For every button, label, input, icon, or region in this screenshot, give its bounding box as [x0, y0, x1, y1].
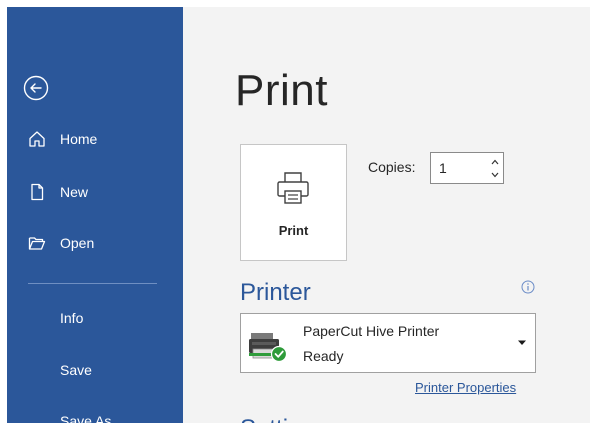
sidebar-item-label: Info	[60, 310, 84, 326]
print-button[interactable]: Print	[240, 144, 347, 261]
printer-icon	[277, 172, 309, 204]
printer-section-heading: Printer	[240, 279, 311, 306]
chevron-up-icon[interactable]	[489, 156, 501, 168]
print-button-label: Print	[278, 223, 309, 238]
printer-properties-link[interactable]: Printer Properties	[415, 380, 516, 395]
settings-section-heading: Settings	[240, 415, 327, 423]
sidebar-item-save[interactable]: Save	[7, 350, 183, 390]
new-document-icon	[31, 183, 44, 201]
sidebar-item-new[interactable]: New	[7, 172, 183, 212]
sidebar-divider	[28, 283, 157, 284]
back-button[interactable]	[23, 75, 49, 101]
printer-dropdown[interactable]: PaperCut Hive Printer Ready	[240, 313, 536, 373]
sidebar-item-label: New	[60, 184, 89, 200]
copies-label: Copies:	[368, 159, 416, 175]
sidebar-item-label: Open	[60, 235, 95, 251]
printer-ready-icon	[249, 333, 288, 363]
chevron-down-icon[interactable]	[489, 169, 501, 181]
sidebar-item-info[interactable]: Info	[7, 298, 183, 338]
info-icon[interactable]	[521, 280, 535, 294]
backstage-view: Home New Open Info Save Save As Print Pr…	[0, 0, 590, 423]
page-title: Print	[235, 66, 328, 115]
open-folder-icon	[28, 237, 46, 250]
sidebar-item-label: Save As	[60, 413, 112, 423]
caret-down-icon	[518, 340, 526, 345]
sidebar-item-open[interactable]: Open	[7, 223, 183, 263]
backstage-sidebar: Home New Open Info Save Save As	[7, 7, 183, 423]
print-pane: Print Print Copies: 1 Printer PaperCut H…	[183, 7, 590, 423]
sidebar-item-home[interactable]: Home	[7, 119, 183, 159]
printer-name: PaperCut Hive Printer	[303, 323, 440, 339]
sidebar-item-save-as[interactable]: Save As	[7, 401, 183, 423]
circle-arrow-left-icon	[23, 75, 49, 101]
copies-value[interactable]: 1	[439, 160, 447, 176]
printer-status: Ready	[303, 348, 344, 364]
copies-stepper[interactable]: 1	[430, 152, 504, 184]
sidebar-item-label: Home	[60, 131, 98, 147]
home-icon	[29, 131, 45, 147]
sidebar-item-label: Save	[60, 362, 92, 378]
